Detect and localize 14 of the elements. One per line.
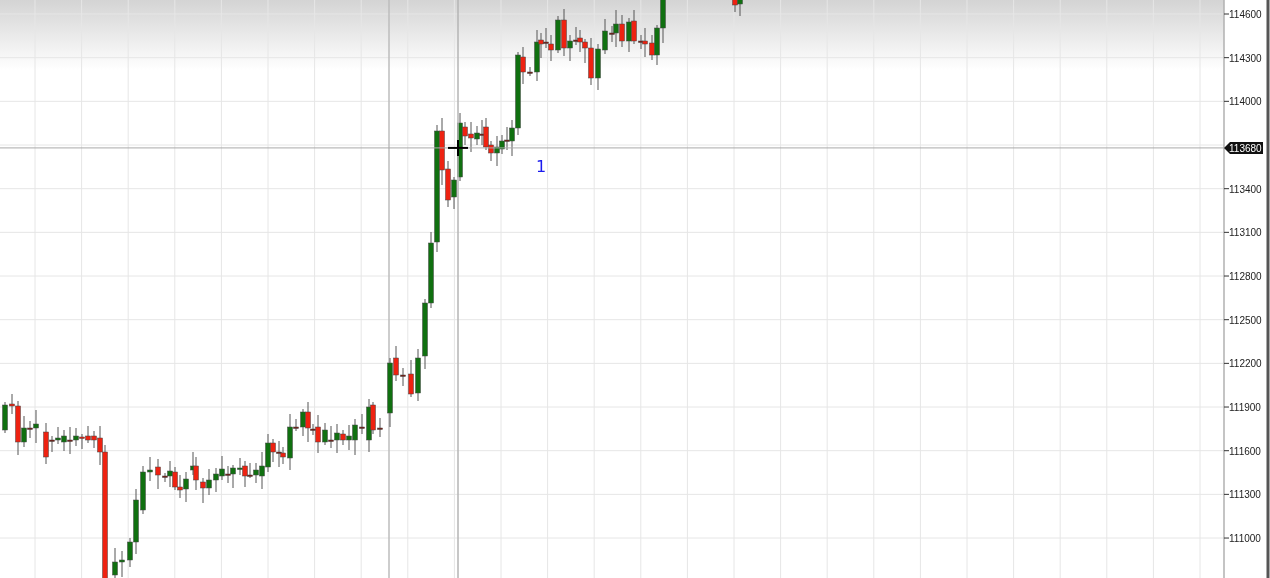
current-price-tag: 113680 bbox=[1224, 141, 1263, 154]
price-label: 112800 bbox=[1229, 271, 1262, 282]
price-label: 111900 bbox=[1229, 402, 1261, 414]
price-label: 112200 bbox=[1229, 358, 1262, 370]
price-label: 114300 bbox=[1229, 52, 1262, 64]
price-label: 114600 bbox=[1229, 9, 1262, 20]
price-label: 111000 bbox=[1229, 533, 1261, 545]
price-label: 112500 bbox=[1229, 314, 1262, 326]
price-label: 113100 bbox=[1229, 227, 1262, 239]
annotation-label: 1 bbox=[536, 157, 547, 176]
price-label: 111600 bbox=[1229, 445, 1261, 457]
price-label: 113400 bbox=[1229, 183, 1262, 195]
price-label: 114000 bbox=[1229, 96, 1262, 108]
price-label: 111300 bbox=[1229, 489, 1261, 501]
